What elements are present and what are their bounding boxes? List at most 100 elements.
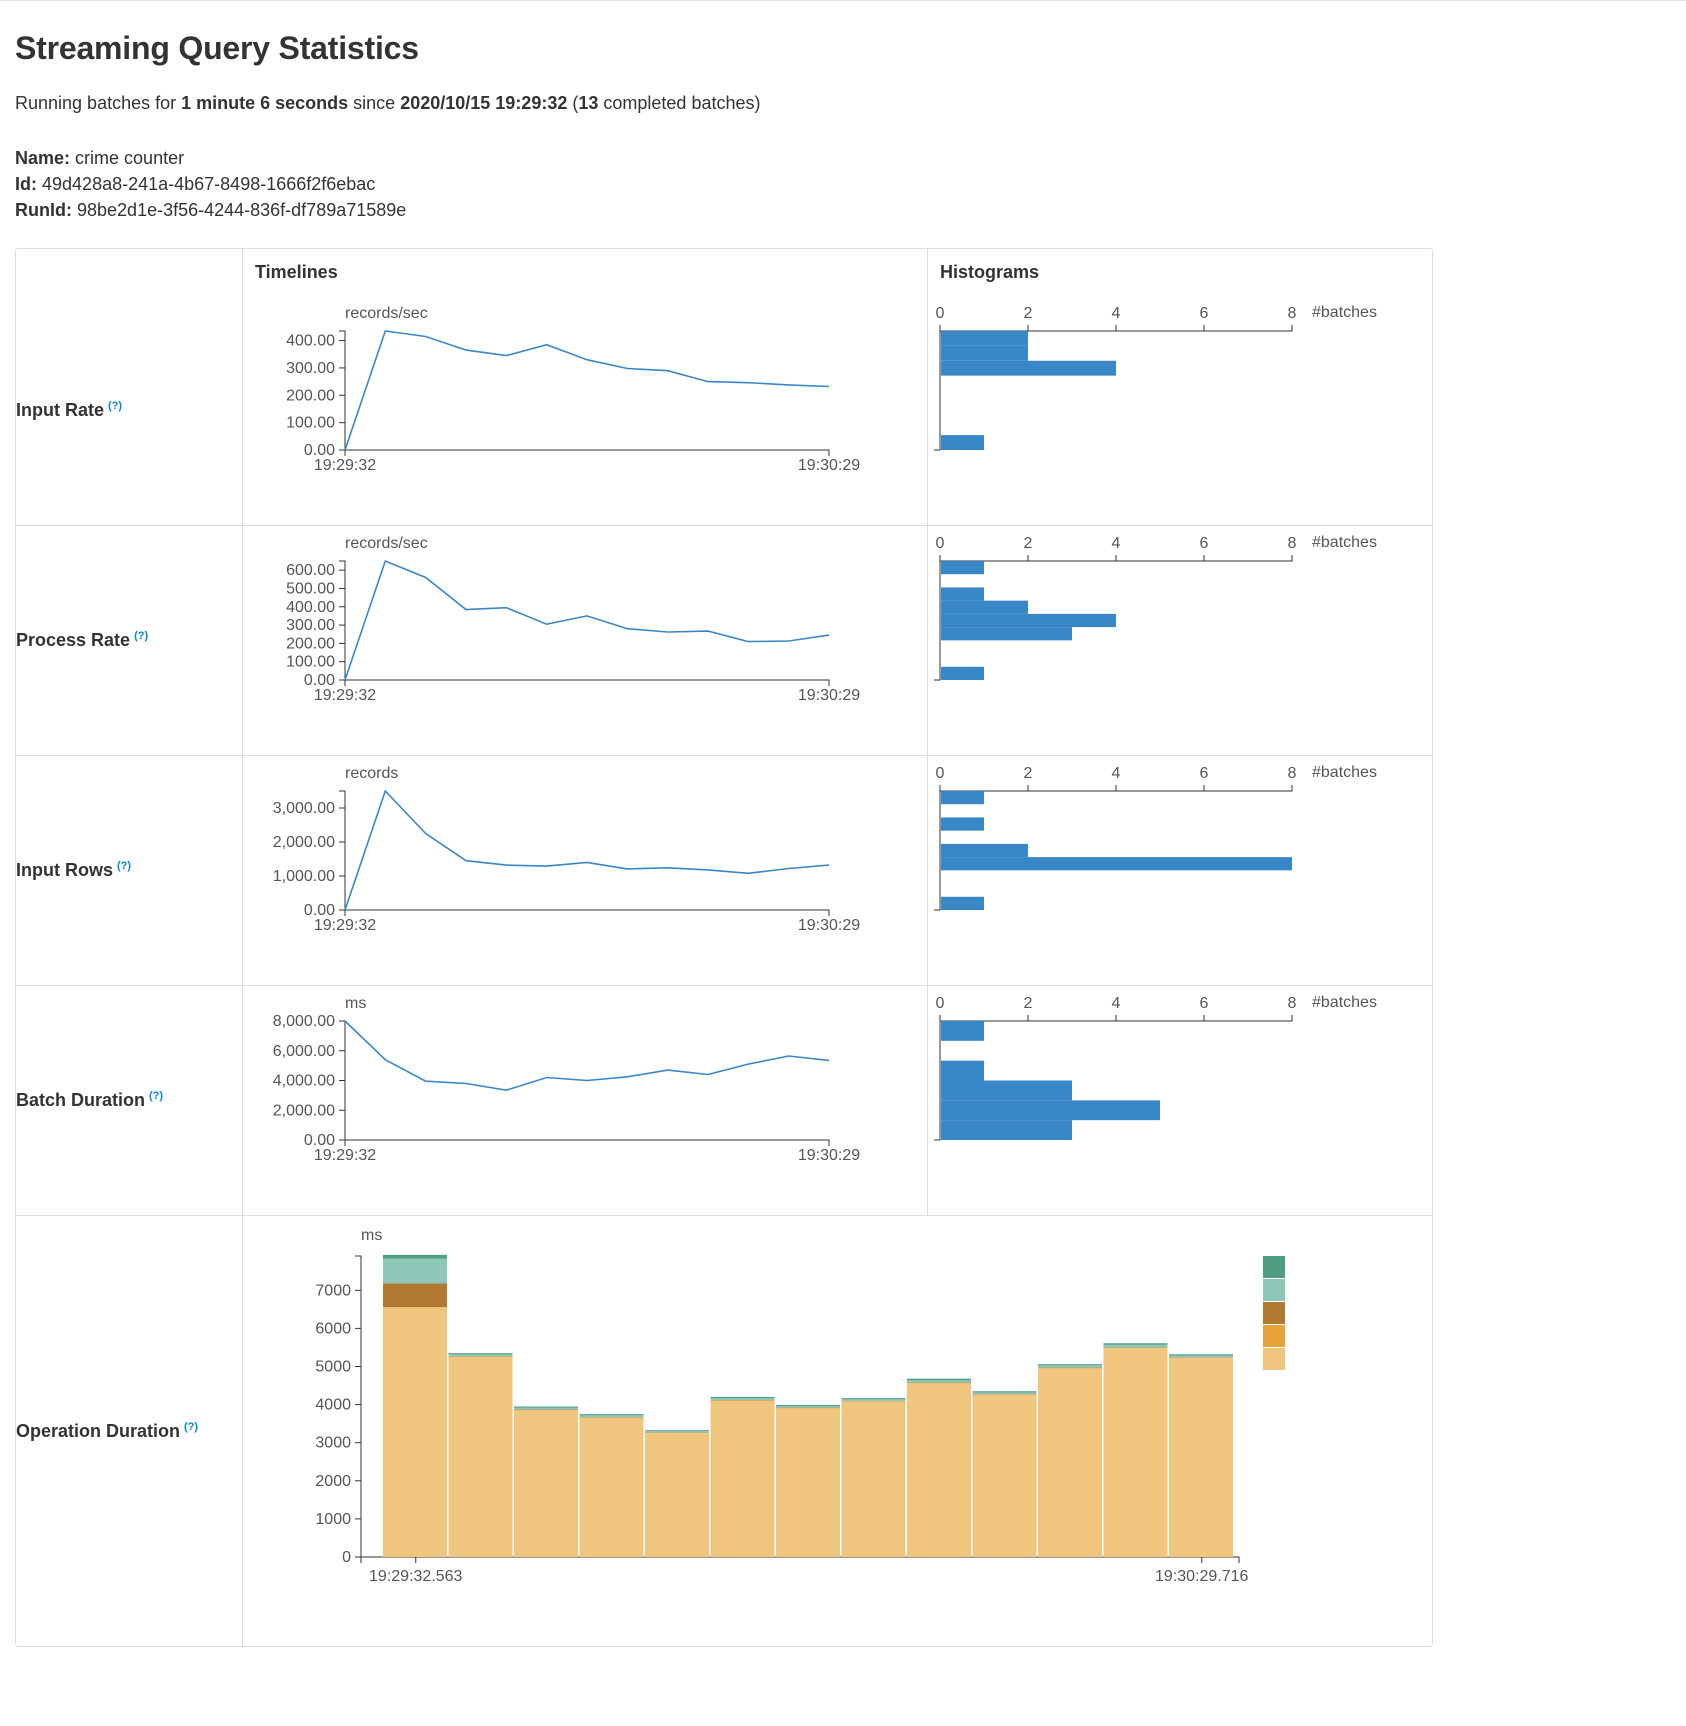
- y-tick-label: 5000: [315, 1358, 351, 1375]
- x-tick-label: 4: [1112, 995, 1121, 1012]
- stacked-bar-segment: [1038, 1365, 1102, 1368]
- stacked-bar-segment: [579, 1415, 644, 1418]
- y-tick-label: 600.00: [286, 562, 335, 579]
- stacked-bar-segment: [710, 1398, 775, 1401]
- help-icon[interactable]: (?): [134, 630, 148, 642]
- y-tick-label: 3000: [315, 1435, 351, 1452]
- y-axis-line: [355, 1255, 362, 1558]
- help-icon[interactable]: (?): [149, 1090, 163, 1102]
- y-axis-line: [934, 561, 941, 681]
- query-name: Name: crime counter: [15, 148, 184, 169]
- x-axis-line: [344, 449, 830, 456]
- stacked-bar-segment: [907, 1378, 971, 1381]
- histogram-chart-process-rate: 0 2 4 6 8 #batches: [934, 534, 1377, 681]
- x-tick-label: 2: [1024, 305, 1033, 322]
- name-label: Name:: [15, 148, 71, 168]
- x-axis-line: [344, 1139, 830, 1146]
- y-axis-unit-label: records/sec: [345, 535, 428, 552]
- histogram-batch-duration: 0 2 4 6 8 #batches: [928, 986, 1432, 1216]
- x-tick-label: 2: [1024, 995, 1033, 1012]
- runid-label: RunId:: [15, 200, 72, 220]
- operation-duration-chart-cell: ms 0 1000 2000 3000 4000 5000 6000 7000 19:29:32.…: [243, 1216, 1432, 1646]
- y-tick-label: 2000: [315, 1473, 351, 1490]
- x-start-label: 19:29:32: [314, 1147, 376, 1164]
- series-line: [344, 559, 830, 681]
- stacked-bar-segment: [383, 1283, 447, 1308]
- x-tick-label: 4: [1112, 535, 1121, 552]
- histogram-chart-input-rows: 0 2 4 6 8 #batches: [934, 764, 1377, 911]
- y-tick-label: 200.00: [286, 635, 335, 652]
- x-axis-label: #batches: [1312, 764, 1377, 781]
- y-tick-label: 8,000.00: [273, 1013, 335, 1030]
- row-label-batch-duration: Batch Duration (?): [16, 986, 243, 1216]
- histogram-input-rate: 0 2 4 6 8 #batches: [928, 296, 1432, 526]
- summary-since-label: since: [348, 93, 401, 113]
- stacked-bar-segment: [448, 1354, 513, 1357]
- stacked-bar-segment: [841, 1401, 906, 1557]
- id-label: Id:: [15, 174, 37, 194]
- row-input-rows: Input Rows (?) records 0.00 1,000.00 2,000.0…: [16, 756, 1432, 986]
- table-header-row: Timelines Histograms: [16, 249, 1432, 296]
- stacked-bar-segment: [1103, 1348, 1168, 1557]
- summary-open: (: [567, 93, 579, 113]
- histogram-bar: [941, 791, 984, 805]
- y-axis-line: [934, 791, 941, 911]
- y-tick-label: 0: [342, 1549, 351, 1566]
- stacked-bar-segment: [1169, 1354, 1233, 1356]
- histogram-bar: [941, 1060, 984, 1081]
- x-tick-label: 2: [1024, 765, 1033, 782]
- x-tick-label: 6: [1200, 305, 1209, 322]
- row-label-text: Input Rows: [16, 860, 113, 880]
- histogram-chart-input-rate: 0 2 4 6 8 #batches: [934, 304, 1377, 451]
- stacked-bar-segment: [710, 1396, 775, 1399]
- row-label-text: Process Rate: [16, 630, 131, 650]
- x-tick-label: 6: [1200, 535, 1209, 552]
- y-axis-line: [934, 1021, 941, 1141]
- legend-swatch: [1263, 1256, 1285, 1278]
- stacked-bar-segment: [645, 1430, 709, 1431]
- stacked-bar-segment: [841, 1398, 906, 1400]
- query-runid: RunId: 98be2d1e-3f56-4244-836f-df789a715…: [15, 200, 406, 221]
- histogram-bar: [941, 345, 1028, 361]
- x-axis-line: [344, 909, 830, 916]
- x-axis-label: #batches: [1312, 304, 1377, 321]
- y-tick-label: 4,000.00: [273, 1073, 335, 1090]
- x-start-label: 19:29:32: [314, 457, 376, 474]
- timeline-chart-batch-duration: ms0.002,000.004,000.006,000.008,000.0019…: [273, 995, 861, 1164]
- y-tick-label: 400.00: [286, 599, 335, 616]
- timeline-batch-duration: ms 0.00 2,000.00 4,000.00 6,000.00 8,000.00 19…: [243, 986, 928, 1216]
- stacked-bar-segment: [579, 1417, 644, 1557]
- y-tick-label: 1,000.00: [273, 868, 335, 885]
- histogram-chart-batch-duration: 0 2 4 6 8 #batches: [934, 994, 1377, 1141]
- help-icon[interactable]: (?): [108, 400, 122, 412]
- stacked-bar-segment: [972, 1392, 1037, 1395]
- stacked-bar-segment: [383, 1258, 447, 1284]
- row-label-operation-duration: Operation Duration (?): [16, 1216, 243, 1646]
- x-axis-label: #batches: [1312, 994, 1377, 1011]
- row-label-text: Operation Duration: [16, 1420, 181, 1441]
- help-icon[interactable]: (?): [117, 860, 131, 872]
- x-tick-label: 0: [936, 765, 945, 782]
- histogram-bar: [941, 1021, 984, 1041]
- x-start-label: 19:29:32: [314, 687, 376, 704]
- histogram-bar: [941, 331, 1028, 346]
- histogram-bar: [941, 627, 1072, 641]
- timeline-input-rows: records 0.00 1,000.00 2,000.00 3,000.00 19:29…: [243, 756, 928, 986]
- y-axis-unit-label: ms: [345, 995, 366, 1012]
- y-tick-label: 100.00: [286, 654, 335, 671]
- x-start-label: 19:29:32: [314, 917, 376, 934]
- id-value: 49d428a8-241a-4b67-8498-1666f2f6ebac: [42, 174, 376, 194]
- stacked-bar-segment: [514, 1407, 578, 1410]
- series-line: [344, 330, 830, 451]
- stacked-bar-segment: [645, 1430, 709, 1433]
- legend-swatch: [1263, 1279, 1285, 1301]
- x-tick-label: 8: [1288, 535, 1297, 552]
- stacked-bar-segment: [1103, 1344, 1168, 1348]
- help-icon[interactable]: (?): [184, 1421, 198, 1433]
- x-tick-label: 0: [936, 305, 945, 322]
- name-value: crime counter: [75, 148, 185, 168]
- histogram-bar: [941, 666, 984, 680]
- histogram-process-rate: 0 2 4 6 8 #batches: [928, 526, 1432, 756]
- x-tick-label: 0: [936, 995, 945, 1012]
- y-tick-label: 2,000.00: [273, 834, 335, 851]
